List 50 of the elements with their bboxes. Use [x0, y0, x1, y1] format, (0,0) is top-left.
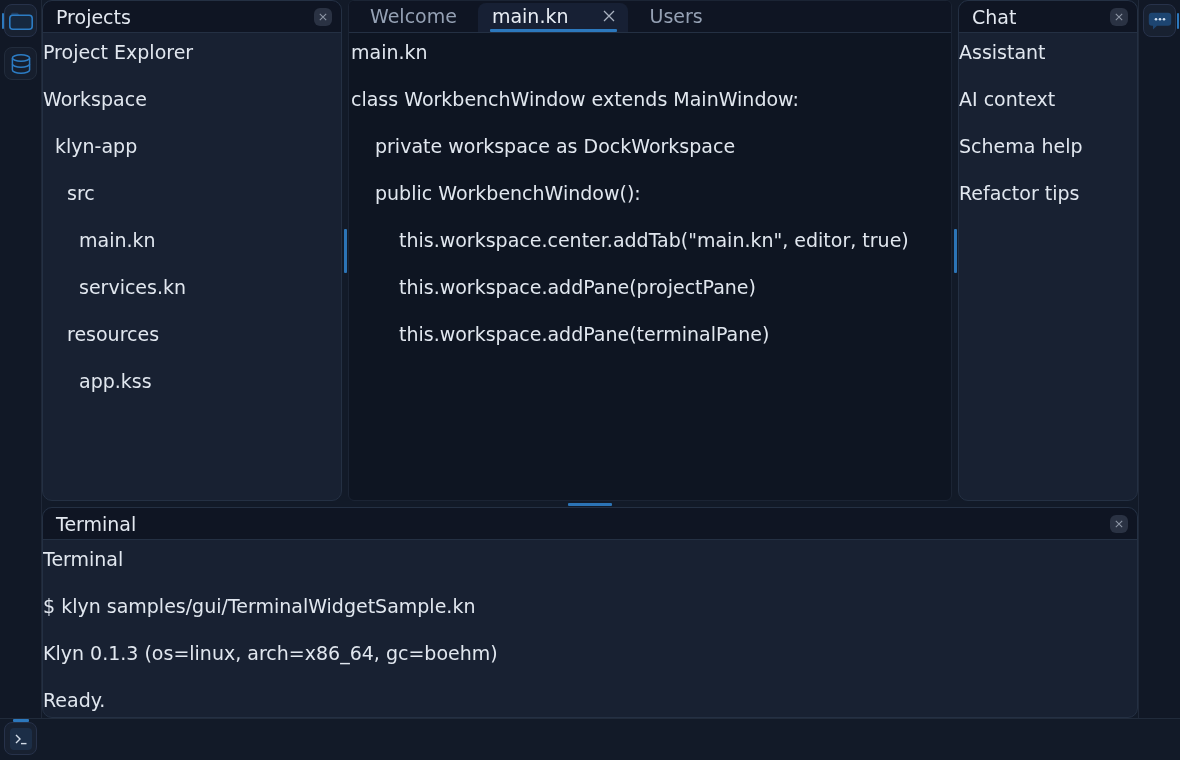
chat-list-item[interactable]: Schema help — [959, 134, 1083, 158]
tree-item[interactable]: src — [67, 181, 95, 205]
chat-list-item[interactable]: Refactor tips — [959, 181, 1080, 205]
splitter-handle[interactable] — [568, 502, 612, 506]
tool-button[interactable] — [4, 722, 37, 755]
code-line: class WorkbenchWindow extends MainWindow: — [351, 87, 799, 111]
database-icon — [10, 53, 31, 74]
code-line: this.workspace.center.addTab("main.kn", editor, true) — [399, 228, 909, 252]
tool-button[interactable] — [4, 47, 37, 80]
chat-list-item[interactable]: Assistant — [959, 40, 1046, 64]
terminal-prompt-icon — [9, 727, 32, 750]
close-button[interactable] — [314, 7, 332, 26]
panel-title: Projects — [56, 4, 131, 29]
panel-heading: Project Explorer — [43, 40, 194, 64]
terminal-output-line: $ klyn samples/gui/TerminalWidgetSample.kn — [43, 594, 476, 618]
terminal-output-line: Ready. — [43, 688, 106, 712]
tree-item[interactable]: resources — [67, 322, 160, 346]
tree-item[interactable]: services.kn — [79, 275, 187, 299]
editor-tab[interactable]: Users — [636, 3, 716, 32]
speech-bubble-icon — [1147, 11, 1172, 30]
editor-tab[interactable]: main.kn — [477, 3, 629, 32]
panel-title: Terminal — [56, 511, 137, 536]
folder-icon — [8, 11, 33, 30]
code-line: public WorkbenchWindow(): — [375, 181, 641, 205]
close-icon[interactable] — [603, 9, 616, 22]
code-line: this.workspace.addPane(projectPane) — [399, 275, 756, 299]
close-button[interactable] — [1110, 7, 1128, 26]
splitter-handle[interactable] — [953, 228, 957, 273]
tree-item[interactable]: main.kn — [79, 228, 156, 252]
active-indicator — [2, 12, 4, 29]
splitter-handle[interactable] — [343, 228, 347, 273]
close-icon — [1115, 12, 1123, 21]
tree-item[interactable]: app.kss — [79, 369, 152, 393]
file-name-heading: main.kn — [351, 40, 428, 64]
tool-button[interactable] — [4, 4, 37, 37]
tool-button[interactable] — [1143, 4, 1176, 37]
terminal-output-line: Klyn 0.1.3 (os=linux, arch=x86_64, gc=boehm) — [43, 641, 498, 665]
close-icon — [319, 12, 327, 21]
editor-tab[interactable]: Welcome — [357, 3, 470, 32]
panel-title: Chat — [972, 4, 1017, 29]
code-line: this.workspace.addPane(terminalPane) — [399, 322, 770, 346]
close-button[interactable] — [1110, 514, 1128, 533]
active-indicator — [1177, 12, 1179, 29]
code-line: private workspace as DockWorkspace — [375, 134, 736, 158]
tree-item[interactable]: Workspace — [43, 87, 147, 111]
close-icon — [1115, 519, 1123, 528]
chat-list-item[interactable]: AI context — [959, 87, 1056, 111]
active-indicator — [12, 719, 29, 722]
terminal-output-line: Terminal — [43, 547, 124, 571]
tree-item[interactable]: klyn-app — [55, 134, 138, 158]
